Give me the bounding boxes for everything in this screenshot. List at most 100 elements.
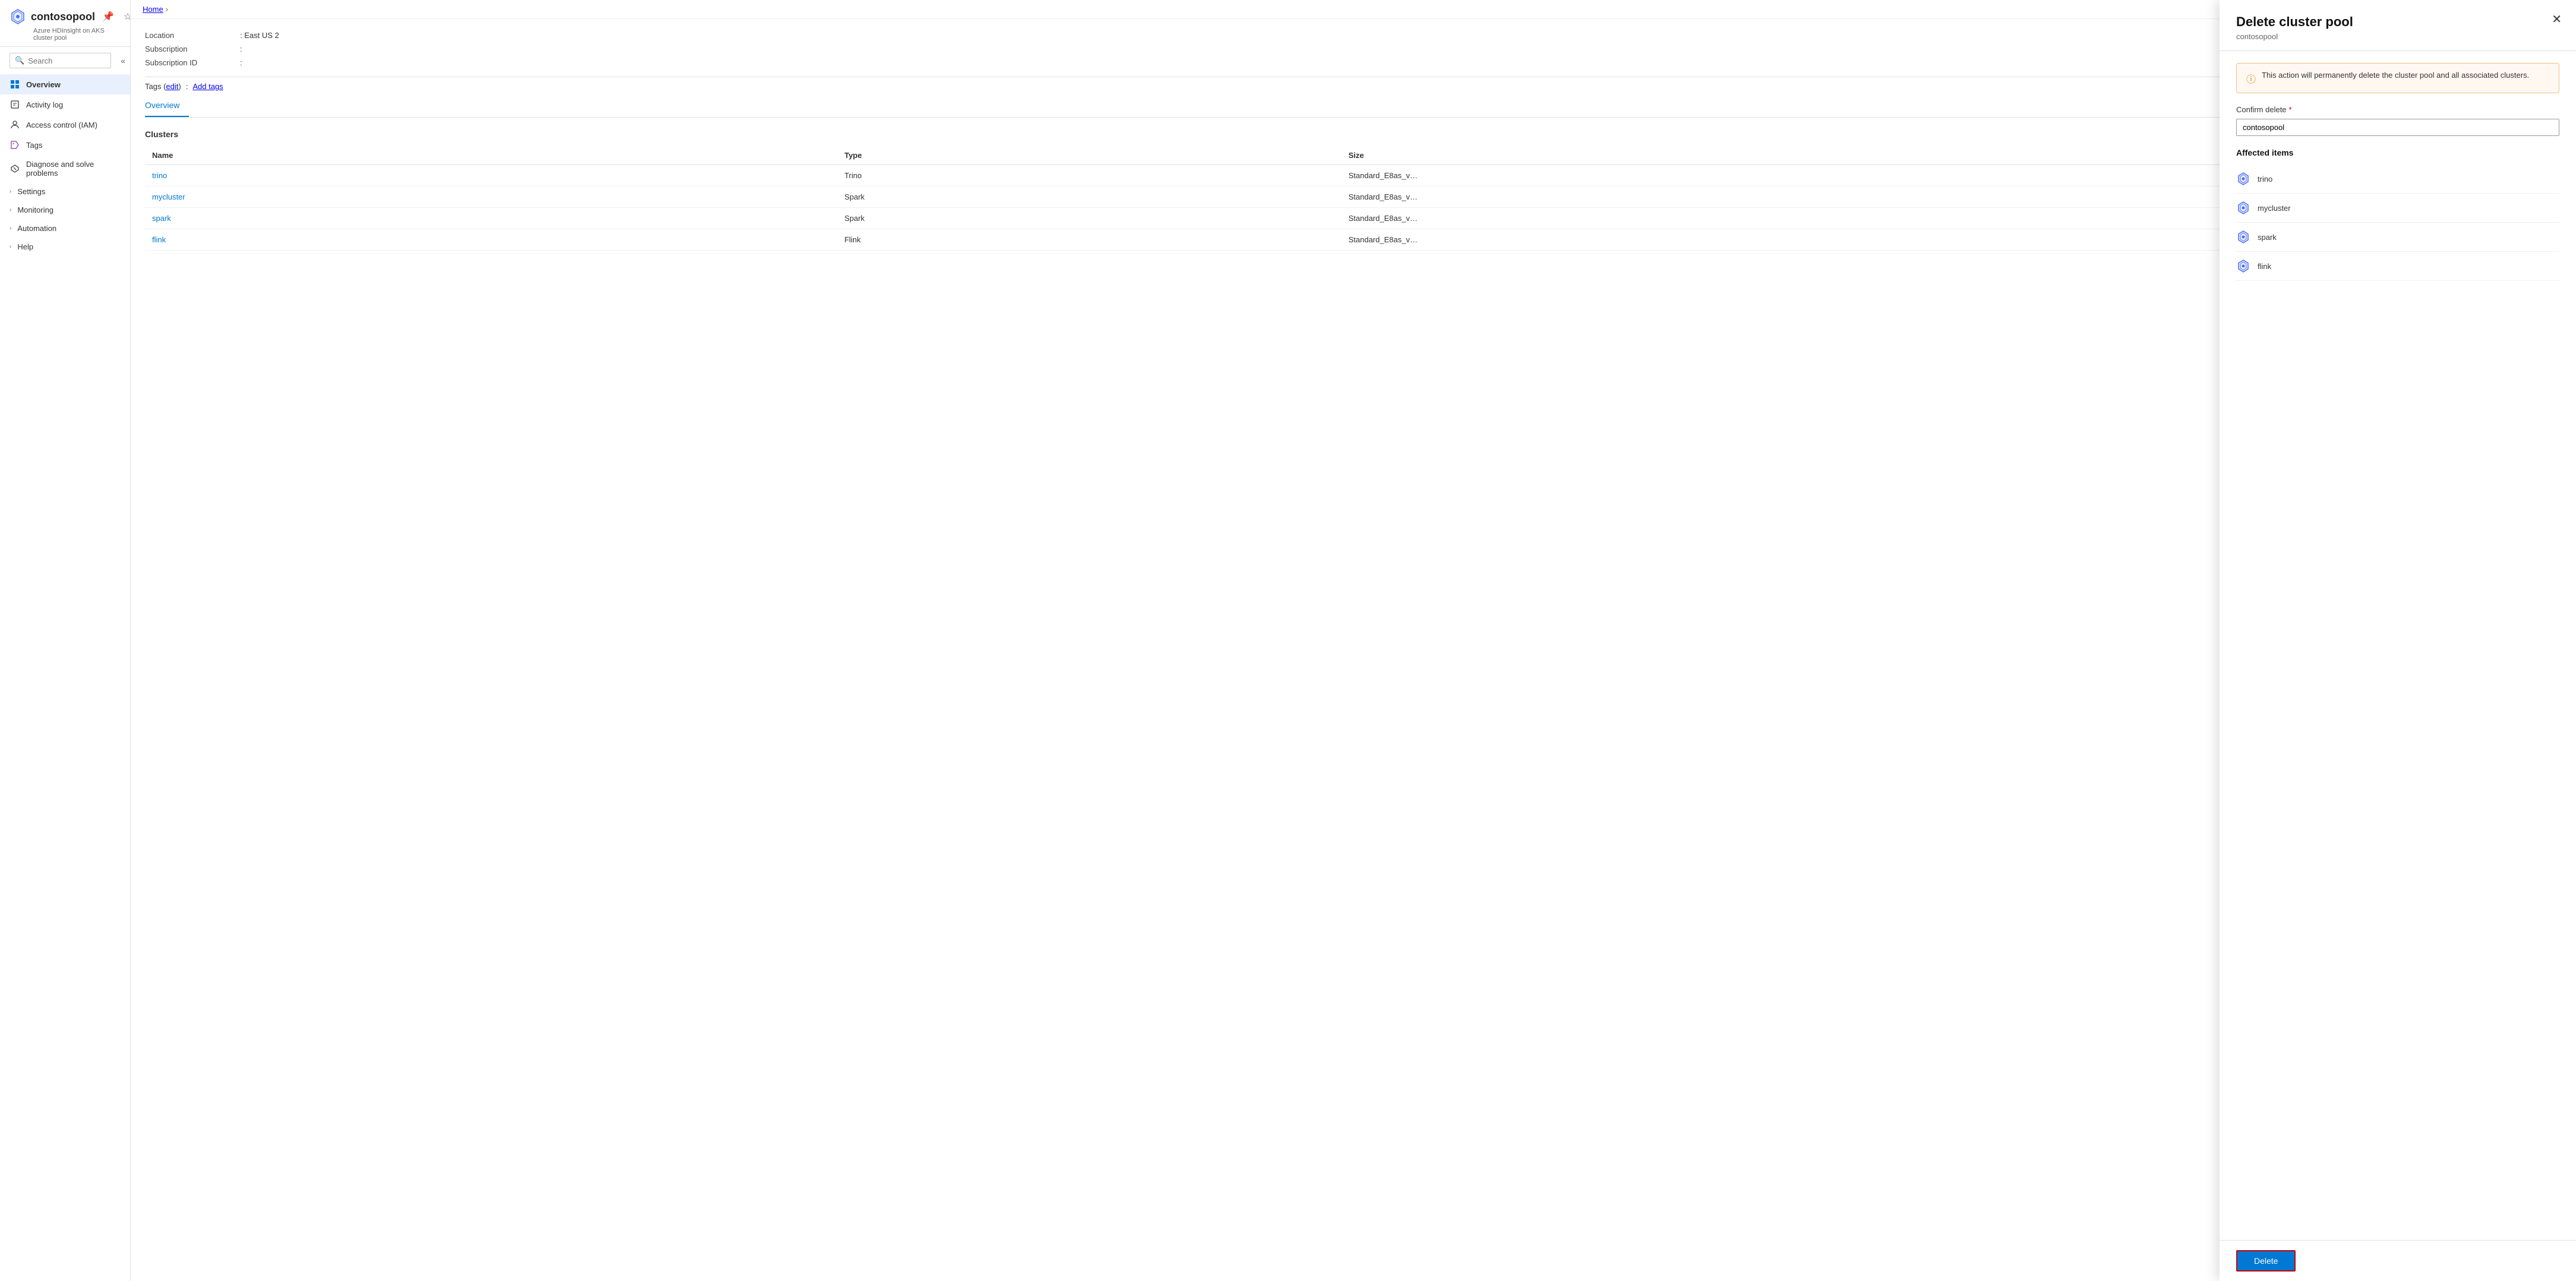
tags-edit-link[interactable]: edit xyxy=(166,82,178,91)
subscription-label: Subscription xyxy=(145,45,240,53)
sidebar-item-automation[interactable]: › Automation xyxy=(0,219,130,238)
expand-icon: › xyxy=(10,188,11,195)
cluster-icon xyxy=(2236,201,2250,215)
affected-item: spark xyxy=(2236,223,2559,252)
col-name: Name xyxy=(145,146,837,165)
delete-panel: Delete cluster pool contosopool ✕ ⓘ This… xyxy=(2220,0,2576,1281)
sidebar-item-settings[interactable]: › Settings xyxy=(0,182,130,201)
access-control-icon xyxy=(10,119,20,130)
sidebar: contosopool 📌 ☆ ··· Azure HDInsight on A… xyxy=(0,0,131,1281)
affected-item: flink xyxy=(2236,252,2559,281)
subscription-id-value: : xyxy=(240,58,2562,67)
confirm-label: Confirm delete* xyxy=(2236,105,2559,114)
activity-log-icon xyxy=(10,99,20,110)
panel-title: Delete cluster pool xyxy=(2236,14,2559,30)
affected-items-title: Affected items xyxy=(2236,148,2559,157)
sidebar-item-diagnose[interactable]: Diagnose and solve problems xyxy=(0,155,130,182)
affected-item: mycluster xyxy=(2236,194,2559,223)
warning-icon: ⓘ xyxy=(2246,71,2256,86)
expand-icon: › xyxy=(10,243,11,250)
tags-row: Tags (edit) : Add tags xyxy=(145,77,2562,96)
affected-item-name: spark xyxy=(2258,233,2277,242)
resource-icon xyxy=(10,7,26,26)
breadcrumb-home[interactable]: Home xyxy=(143,5,163,14)
cluster-link[interactable]: trino xyxy=(152,171,167,180)
cluster-type-cell: Flink xyxy=(837,229,1341,251)
cluster-name-cell: flink xyxy=(145,229,837,251)
affected-item-name: mycluster xyxy=(2258,204,2291,213)
resource-metadata: Location : East US 2 Subscription : Subs… xyxy=(145,31,2562,67)
subscription-value: : xyxy=(240,45,2562,53)
close-panel-button[interactable]: ✕ xyxy=(2552,12,2562,27)
add-tags-link[interactable]: Add tags xyxy=(192,82,223,91)
panel-footer: Delete xyxy=(2220,1240,2576,1281)
diagnose-icon xyxy=(10,163,20,174)
confirm-delete-input[interactable] xyxy=(2236,119,2559,136)
sidebar-item-label: Access control (IAM) xyxy=(26,121,97,129)
warning-text: This action will permanently delete the … xyxy=(2262,71,2529,80)
subscription-id-label: Subscription ID xyxy=(145,58,240,67)
affected-items-list: trino mycluster spark flink xyxy=(2236,165,2559,281)
overview-icon xyxy=(10,79,20,90)
clusters-table: Name Type Size trino Trino Standard_E8as… xyxy=(145,146,2562,251)
tab-overview[interactable]: Overview xyxy=(145,96,189,117)
cluster-link[interactable]: mycluster xyxy=(152,192,185,201)
sidebar-item-help[interactable]: › Help xyxy=(0,238,130,256)
sidebar-item-label: Monitoring xyxy=(17,205,53,214)
sidebar-item-tags[interactable]: Tags xyxy=(0,135,130,155)
table-row: trino Trino Standard_E8as_v… xyxy=(145,165,2562,186)
table-row: spark Spark Standard_E8as_v… xyxy=(145,208,2562,229)
pin-icon[interactable]: 📌 xyxy=(100,10,116,24)
panel-subtitle: contosopool xyxy=(2236,32,2559,41)
affected-item-name: flink xyxy=(2258,262,2271,271)
cluster-link[interactable]: flink xyxy=(152,235,166,244)
sidebar-item-label: Activity log xyxy=(26,100,63,109)
cluster-type-cell: Spark xyxy=(837,186,1341,208)
expand-icon: › xyxy=(10,225,11,232)
expand-icon: › xyxy=(10,207,11,213)
star-icon[interactable]: ☆ xyxy=(121,10,131,24)
sidebar-item-label: Help xyxy=(17,242,33,251)
resource-name: contosopool xyxy=(31,11,95,23)
search-input[interactable] xyxy=(28,56,106,65)
sidebar-item-overview[interactable]: Overview xyxy=(0,74,130,94)
sidebar-item-activity-log[interactable]: Activity log xyxy=(0,94,130,115)
table-row: mycluster Spark Standard_E8as_v… xyxy=(145,186,2562,208)
table-row: flink Flink Standard_E8as_v… xyxy=(145,229,2562,251)
breadcrumb: Home › xyxy=(131,0,2576,19)
clusters-section-title: Clusters xyxy=(145,129,2562,139)
sidebar-item-label: Automation xyxy=(17,224,56,233)
sidebar-item-monitoring[interactable]: › Monitoring xyxy=(0,201,130,219)
sidebar-item-label: Settings xyxy=(17,187,45,196)
sidebar-header: contosopool 📌 ☆ ··· Azure HDInsight on A… xyxy=(0,0,130,47)
cluster-name-cell: mycluster xyxy=(145,186,837,208)
collapse-sidebar-button[interactable]: « xyxy=(118,53,128,68)
panel-body: ⓘ This action will permanently delete th… xyxy=(2220,51,2576,1240)
sidebar-nav: Overview Activity log Access control (IA… xyxy=(0,74,130,256)
col-type: Type xyxy=(837,146,1341,165)
sidebar-item-label: Tags xyxy=(26,141,42,150)
resource-subtitle: Azure HDInsight on AKS cluster pool xyxy=(33,27,121,42)
cluster-name-cell: trino xyxy=(145,165,837,186)
cluster-name-cell: spark xyxy=(145,208,837,229)
cluster-icon xyxy=(2236,230,2250,244)
sidebar-item-label: Overview xyxy=(26,80,61,89)
cluster-link[interactable]: spark xyxy=(152,214,171,223)
cluster-icon xyxy=(2236,259,2250,273)
cluster-type-cell: Spark xyxy=(837,208,1341,229)
main-content-area: Home › Location : East US 2 Subscription… xyxy=(131,0,2576,1281)
cluster-type-cell: Trino xyxy=(837,165,1341,186)
location-value: : East US 2 xyxy=(240,31,2562,40)
affected-item: trino xyxy=(2236,165,2559,194)
affected-item-name: trino xyxy=(2258,175,2272,184)
panel-header: Delete cluster pool contosopool ✕ xyxy=(2220,0,2576,51)
sidebar-item-label: Diagnose and solve problems xyxy=(26,160,121,178)
warning-box: ⓘ This action will permanently delete th… xyxy=(2236,63,2559,93)
tags-icon xyxy=(10,140,20,150)
search-icon: 🔍 xyxy=(15,56,24,65)
sidebar-item-access-control[interactable]: Access control (IAM) xyxy=(0,115,130,135)
cluster-icon xyxy=(2236,172,2250,186)
tab-bar: Overview xyxy=(145,96,2562,118)
tags-label: Tags (edit) xyxy=(145,82,181,91)
delete-button[interactable]: Delete xyxy=(2236,1250,2296,1271)
